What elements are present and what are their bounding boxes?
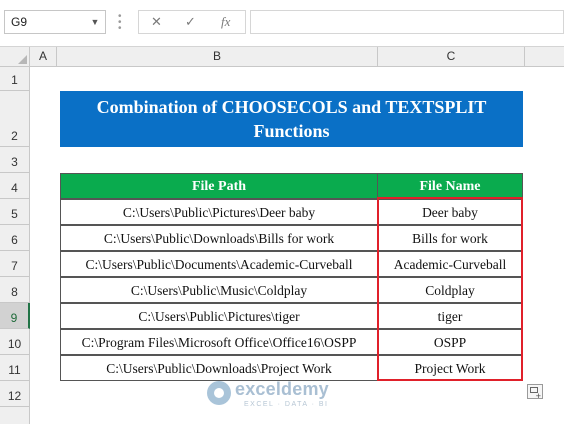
exceldemy-logo: exceldemy EXCEL · DATA · BI	[207, 377, 357, 413]
formula-bar: G9 ▼ • • • ✕ ✓ fx	[0, 0, 564, 47]
cell-file-path[interactable]: C:\Users\Public\Documents\Academic-Curve…	[60, 251, 378, 277]
cell-file-name[interactable]: Deer baby	[377, 199, 523, 225]
cell-file-path[interactable]: C:\Users\Public\Pictures\tiger	[60, 303, 378, 329]
cell-file-name[interactable]: Coldplay	[377, 277, 523, 303]
cell-file-path[interactable]: C:\Users\Public\Pictures\Deer baby	[60, 199, 378, 225]
row-header-9[interactable]: 9	[0, 303, 30, 329]
header-file-name[interactable]: File Name	[377, 173, 523, 199]
row-header-10[interactable]: 10	[0, 329, 30, 355]
formula-buttons: ✕ ✓ fx	[138, 10, 246, 34]
row-header-7[interactable]: 7	[0, 251, 30, 277]
insert-function-icon[interactable]: fx	[221, 14, 230, 30]
logo-tagline: EXCEL · DATA · BI	[244, 401, 329, 408]
row-header-1[interactable]: 1	[0, 67, 30, 91]
column-header-d[interactable]	[525, 47, 564, 67]
cell-file-name[interactable]: Project Work	[377, 355, 523, 381]
row-header-3[interactable]: 3	[0, 147, 30, 173]
column-header-b[interactable]: B	[57, 47, 378, 67]
formula-input[interactable]	[250, 10, 564, 34]
cell-file-path[interactable]: C:\Users\Public\Downloads\Bills for work	[60, 225, 378, 251]
row-header-13[interactable]	[0, 407, 30, 424]
row-header-6[interactable]: 6	[0, 225, 30, 251]
cell-file-name[interactable]: tiger	[377, 303, 523, 329]
exceldemy-logo-icon	[207, 381, 231, 405]
cell-file-name[interactable]: Academic-Curveball	[377, 251, 523, 277]
cell-file-name[interactable]: OSPP	[377, 329, 523, 355]
sheet-title: Combination of CHOOSECOLS and TEXTSPLIT …	[96, 97, 487, 141]
chevron-down-icon[interactable]: ▼	[89, 14, 101, 30]
header-file-path[interactable]: File Path	[60, 173, 378, 199]
row-header-8[interactable]: 8	[0, 277, 30, 303]
cell-file-path[interactable]: C:\Users\Public\Music\Coldplay	[60, 277, 378, 303]
select-all-corner[interactable]	[0, 47, 30, 67]
name-box-value: G9	[11, 15, 28, 29]
row-header-11[interactable]: 11	[0, 355, 30, 381]
sheet-title-cell[interactable]: Combination of CHOOSECOLS and TEXTSPLIT …	[60, 91, 523, 147]
resize-handle-icon[interactable]: • • •	[118, 12, 122, 34]
row-header-12[interactable]: 12	[0, 381, 30, 407]
cell-file-path[interactable]: C:\Program Files\Microsoft Office\Office…	[60, 329, 378, 355]
enter-icon[interactable]: ✓	[185, 14, 196, 30]
quick-analysis-icon[interactable]	[527, 384, 543, 401]
column-header-c[interactable]: C	[378, 47, 525, 67]
row-header-4[interactable]: 4	[0, 173, 30, 199]
logo-name: exceldemy	[235, 379, 329, 399]
cell-file-name[interactable]: Bills for work	[377, 225, 523, 251]
select-all-icon	[18, 55, 27, 64]
cancel-icon[interactable]: ✕	[151, 14, 162, 30]
name-box[interactable]: G9 ▼	[4, 10, 106, 34]
row-header-5[interactable]: 5	[0, 199, 30, 225]
column-header-a[interactable]: A	[30, 47, 57, 67]
row-header-2[interactable]: 2	[0, 91, 30, 147]
